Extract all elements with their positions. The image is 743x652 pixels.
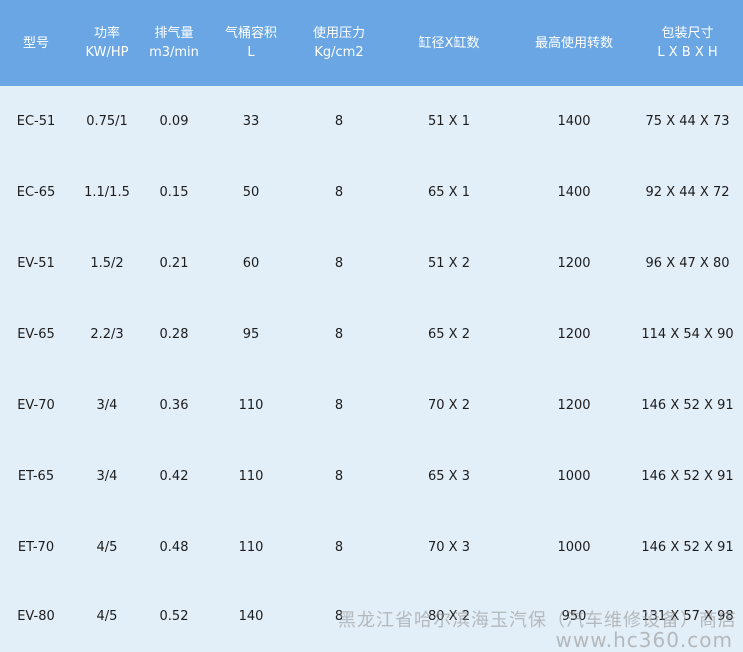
cell-package-size: 146 X 52 X 91 xyxy=(641,398,734,413)
cell-cylinder: 65 X 2 xyxy=(428,327,470,342)
header-cylinder: 缸径X缸数 xyxy=(418,35,480,51)
cell-model: EV-65 xyxy=(17,327,55,342)
header-pressure: 使用压力 Kg/cm2 xyxy=(312,26,365,60)
table-row: ET-70 4/5 0.48 110 8 70 X 3 1000 146 X 5… xyxy=(0,512,743,583)
cell-tank-volume: 95 xyxy=(242,327,260,342)
header-power: 功率 KW/HP xyxy=(85,26,129,60)
table-row: EV-80 4/5 0.52 140 8 80 X 2 950 131 X 57… xyxy=(0,581,743,652)
table-row: EV-51 1.5/2 0.21 60 8 51 X 2 1200 96 X 4… xyxy=(0,228,743,299)
cell-tank-volume: 110 xyxy=(238,398,264,413)
cell-package-size: 75 X 44 X 73 xyxy=(645,114,730,129)
cell-model: ET-70 xyxy=(17,540,55,555)
cell-package-size: 96 X 47 X 80 xyxy=(645,256,730,271)
cell-power: 0.75/1 xyxy=(86,114,128,129)
cell-displacement: 0.52 xyxy=(159,609,189,624)
cell-power: 3/4 xyxy=(96,398,118,413)
cell-package-size: 146 X 52 X 91 xyxy=(641,469,734,484)
cell-package-size: 114 X 54 X 90 xyxy=(641,327,734,342)
cell-package-size: 146 X 52 X 91 xyxy=(641,540,734,555)
header-package-size: 包装尺寸 L X B X H xyxy=(657,26,718,60)
cell-displacement: 0.42 xyxy=(159,469,189,484)
cell-model: EV-51 xyxy=(17,256,55,271)
cell-displacement: 0.09 xyxy=(159,114,189,129)
cell-displacement: 0.15 xyxy=(159,185,189,200)
cell-pressure: 8 xyxy=(334,256,344,271)
cell-power: 4/5 xyxy=(96,540,118,555)
cell-displacement: 0.48 xyxy=(159,540,189,555)
cell-max-speed: 1400 xyxy=(557,114,591,129)
cell-displacement: 0.21 xyxy=(159,256,189,271)
cell-max-speed: 950 xyxy=(561,609,587,624)
cell-tank-volume: 50 xyxy=(242,185,260,200)
cell-cylinder: 51 X 2 xyxy=(428,256,470,271)
cell-power: 1.5/2 xyxy=(90,256,124,271)
cell-pressure: 8 xyxy=(334,609,344,624)
cell-model: EV-70 xyxy=(17,398,55,413)
table-header: 型号 功率 KW/HP 排气量 m3/min 气桶容积 L 使用压力 Kg/cm… xyxy=(0,0,743,86)
cell-max-speed: 1200 xyxy=(557,327,591,342)
cell-pressure: 8 xyxy=(334,398,344,413)
cell-max-speed: 1200 xyxy=(557,256,591,271)
cell-pressure: 8 xyxy=(334,540,344,555)
cell-tank-volume: 110 xyxy=(238,540,264,555)
cell-model: ET-65 xyxy=(17,469,55,484)
cell-cylinder: 70 X 3 xyxy=(428,540,470,555)
cell-cylinder: 65 X 3 xyxy=(428,469,470,484)
header-displacement: 排气量 m3/min xyxy=(149,26,199,60)
cell-displacement: 0.28 xyxy=(159,327,189,342)
header-tank-volume: 气桶容积 L xyxy=(224,26,277,60)
table-row: EC-51 0.75/1 0.09 33 8 51 X 1 1400 75 X … xyxy=(0,86,743,157)
table-row: EV-70 3/4 0.36 110 8 70 X 2 1200 146 X 5… xyxy=(0,370,743,441)
cell-tank-volume: 33 xyxy=(242,114,260,129)
cell-pressure: 8 xyxy=(334,469,344,484)
cell-tank-volume: 110 xyxy=(238,469,264,484)
cell-cylinder: 65 X 1 xyxy=(428,185,470,200)
cell-model: EV-80 xyxy=(17,609,55,624)
cell-power: 2.2/3 xyxy=(90,327,124,342)
cell-pressure: 8 xyxy=(334,185,344,200)
cell-cylinder: 80 X 2 xyxy=(428,609,470,624)
cell-power: 3/4 xyxy=(96,469,118,484)
header-model: 型号 xyxy=(22,35,49,51)
cell-power: 4/5 xyxy=(96,609,118,624)
cell-tank-volume: 60 xyxy=(242,256,260,271)
cell-pressure: 8 xyxy=(334,327,344,342)
cell-displacement: 0.36 xyxy=(159,398,189,413)
cell-max-speed: 1400 xyxy=(557,185,591,200)
cell-max-speed: 1000 xyxy=(557,540,591,555)
header-max-speed: 最高使用转数 xyxy=(534,35,613,51)
table-row: EV-65 2.2/3 0.28 95 8 65 X 2 1200 114 X … xyxy=(0,299,743,370)
cell-pressure: 8 xyxy=(334,114,344,129)
cell-tank-volume: 140 xyxy=(238,609,264,624)
cell-cylinder: 70 X 2 xyxy=(428,398,470,413)
table-row: EC-65 1.1/1.5 0.15 50 8 65 X 1 1400 92 X… xyxy=(0,157,743,228)
cell-max-speed: 1000 xyxy=(557,469,591,484)
cell-package-size: 131 X 57 X 98 xyxy=(641,609,734,624)
cell-package-size: 92 X 44 X 72 xyxy=(645,185,730,200)
cell-max-speed: 1200 xyxy=(557,398,591,413)
cell-cylinder: 51 X 1 xyxy=(428,114,470,129)
cell-power: 1.1/1.5 xyxy=(84,185,130,200)
cell-model: EC-65 xyxy=(16,185,56,200)
cell-model: EC-51 xyxy=(16,114,56,129)
spec-table: 型号 功率 KW/HP 排气量 m3/min 气桶容积 L 使用压力 Kg/cm… xyxy=(0,0,743,651)
table-row: ET-65 3/4 0.42 110 8 65 X 3 1000 146 X 5… xyxy=(0,441,743,512)
